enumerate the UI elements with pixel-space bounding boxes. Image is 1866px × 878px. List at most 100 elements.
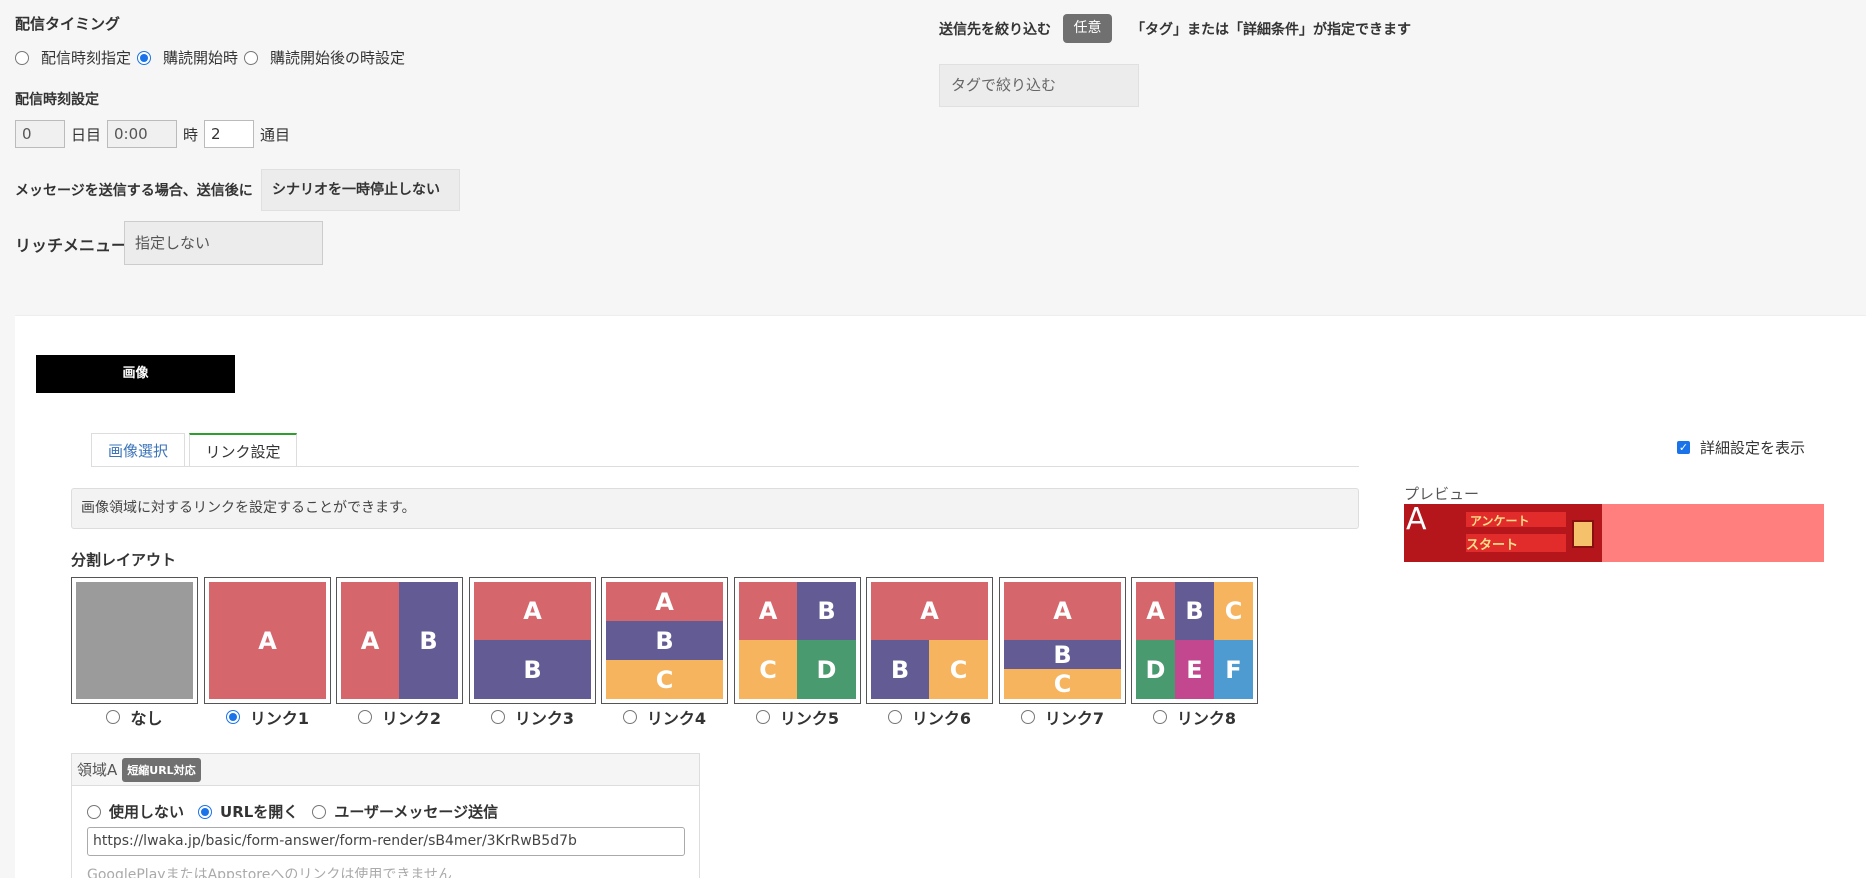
layout-link2[interactable]: A B bbox=[336, 577, 463, 704]
filter-optional-badge: 任意 bbox=[1063, 14, 1112, 43]
layout-option-link3[interactable]: リンク3 bbox=[469, 705, 596, 729]
tab-link-settings[interactable]: リンク設定 bbox=[189, 433, 297, 467]
time-input[interactable]: 0:00 bbox=[107, 120, 178, 148]
preview-banner-text-2: スタート bbox=[1466, 538, 1519, 553]
layout-radio[interactable] bbox=[357, 710, 372, 724]
segment-c: C bbox=[739, 640, 797, 699]
layout-link1[interactable]: A bbox=[204, 577, 331, 704]
region-a-option-label-0: 使用しない bbox=[109, 803, 185, 821]
timing-title: 配信タイミング bbox=[15, 15, 121, 33]
layout-radio[interactable] bbox=[490, 710, 505, 724]
timing-options: 配信時刻指定 購読開始時 購読開始後の時設定 bbox=[15, 47, 411, 68]
layout-radio[interactable] bbox=[755, 710, 770, 724]
layout-link3[interactable]: A B bbox=[469, 577, 596, 704]
filter-label: 送信先を絞り込む bbox=[939, 22, 1051, 38]
region-a-url-input[interactable]: https://lwaka.jp/basic/form-answer/form-… bbox=[87, 827, 685, 856]
layout-none[interactable] bbox=[71, 577, 198, 704]
time-unit: 時 bbox=[183, 125, 199, 144]
preview-banner-text-1: アンケート bbox=[1470, 514, 1530, 528]
layout-option-label: リンク3 bbox=[514, 709, 575, 728]
region-a-header: 領域A 短縮URL対応 bbox=[72, 754, 699, 786]
segment-d: D bbox=[1136, 640, 1175, 699]
layout-radio[interactable] bbox=[622, 710, 637, 724]
show-details-label: 詳細設定を表示 bbox=[1700, 439, 1806, 457]
region-a-radio-0[interactable] bbox=[87, 804, 101, 819]
layout-radio[interactable] bbox=[1152, 710, 1167, 724]
info-box: 画像領域に対するリンクを設定することができます。 bbox=[71, 488, 1359, 529]
segment-a: A bbox=[341, 582, 399, 699]
layout-option-label: リンク2 bbox=[381, 709, 442, 728]
preview-banner-image: アンケート スタート bbox=[1404, 504, 1602, 562]
segment-c: C bbox=[1004, 669, 1121, 699]
week-input[interactable]: 2 bbox=[204, 120, 255, 148]
segment-a: A bbox=[739, 582, 797, 640]
region-a-radio-2[interactable] bbox=[312, 804, 327, 819]
layout-option-link6[interactable]: リンク6 bbox=[866, 705, 993, 729]
segment-a: A bbox=[871, 582, 988, 640]
layout-link4[interactable]: A B C bbox=[601, 577, 728, 704]
layout-option-link2[interactable]: リンク2 bbox=[336, 705, 463, 729]
timing-radio-0[interactable] bbox=[15, 50, 29, 65]
region-a-note: GooglePlayまたはAppstoreへのリンクは使用できません bbox=[87, 867, 452, 878]
timing-radio-2[interactable] bbox=[244, 50, 259, 65]
time-setting-row: 0 日目 0:00 時 2 通目 bbox=[15, 120, 290, 148]
tag-filter-select[interactable]: タグで絞り込む bbox=[939, 64, 1139, 107]
segment-a: A bbox=[209, 582, 326, 699]
day-input[interactable]: 0 bbox=[15, 120, 65, 148]
segment-c: C bbox=[929, 640, 988, 699]
layout-radio[interactable] bbox=[1020, 710, 1035, 724]
show-details-toggle[interactable]: ✓ 詳細設定を表示 bbox=[1677, 437, 1805, 458]
layout-option-link8[interactable]: リンク8 bbox=[1131, 705, 1258, 729]
layout-option-label: なし bbox=[130, 709, 163, 728]
clipboard-icon bbox=[1572, 520, 1594, 548]
layout-radio[interactable] bbox=[225, 710, 240, 724]
layout-option-label: リンク5 bbox=[779, 709, 840, 728]
layout-option-label: リンク6 bbox=[911, 709, 972, 728]
segment-b: B bbox=[606, 621, 723, 660]
segment-a: A bbox=[474, 582, 591, 640]
layout-link6[interactable]: A B C bbox=[866, 577, 993, 704]
segment-b: B bbox=[1004, 640, 1121, 669]
filter-note: 「タグ」または「詳細条件」が指定できます bbox=[1131, 22, 1411, 38]
day-unit: 日目 bbox=[71, 125, 102, 144]
segment-b: B bbox=[399, 582, 458, 699]
timing-radio-1[interactable] bbox=[137, 50, 152, 65]
checkbox-check-icon[interactable]: ✓ bbox=[1677, 441, 1690, 454]
segment-e: E bbox=[1175, 640, 1214, 699]
segment-b: B bbox=[474, 640, 591, 699]
time-setting-title: 配信時刻設定 bbox=[15, 92, 99, 108]
segment-d: D bbox=[797, 640, 856, 699]
layout-link8[interactable]: A B C D E F bbox=[1131, 577, 1258, 704]
layout-none-preview bbox=[76, 582, 193, 699]
region-a-title: 領域A bbox=[77, 761, 118, 779]
rich-menu-label: リッチメニュー bbox=[15, 236, 128, 255]
layout-option-link5[interactable]: リンク5 bbox=[734, 705, 861, 729]
layout-option-link4[interactable]: リンク4 bbox=[601, 705, 728, 729]
after-send-label: メッセージを送信する場合、送信後に bbox=[15, 183, 253, 199]
layout-option-link7[interactable]: リンク7 bbox=[999, 705, 1126, 729]
segment-c: C bbox=[1214, 582, 1253, 640]
timing-option-label-0: 配信時刻指定 bbox=[41, 49, 132, 67]
layout-option-link1[interactable]: リンク1 bbox=[204, 705, 331, 729]
region-a-radio-1[interactable] bbox=[198, 804, 213, 819]
layout-option-label: リンク8 bbox=[1176, 709, 1237, 728]
tab-image-select[interactable]: 画像選択 bbox=[91, 433, 185, 467]
segment-f: F bbox=[1214, 640, 1253, 699]
segment-a: A bbox=[606, 582, 723, 621]
segment-b: B bbox=[871, 640, 929, 699]
segment-b: B bbox=[1175, 582, 1214, 640]
layout-radio[interactable] bbox=[887, 710, 902, 724]
image-section-header: 画像 bbox=[36, 355, 235, 393]
layout-option-none[interactable]: なし bbox=[71, 705, 198, 729]
rich-menu-select[interactable]: 指定しない bbox=[124, 221, 323, 265]
layout-link5[interactable]: A B C D bbox=[734, 577, 861, 704]
region-a-option-label-2: ユーザーメッセージ送信 bbox=[334, 803, 499, 821]
segment-b: B bbox=[797, 582, 856, 640]
after-send-select[interactable]: シナリオを一時停止しない bbox=[261, 169, 460, 211]
layout-radio[interactable] bbox=[106, 710, 121, 724]
timing-option-label-2: 購読開始後の時設定 bbox=[270, 49, 406, 67]
region-a-options: 使用しない URLを開く ユーザーメッセージ送信 bbox=[87, 801, 498, 822]
region-a-option-label-1: URLを開く bbox=[220, 803, 299, 821]
layout-link7[interactable]: A B C bbox=[999, 577, 1126, 704]
preview-area: アンケート スタート A bbox=[1404, 502, 1824, 562]
